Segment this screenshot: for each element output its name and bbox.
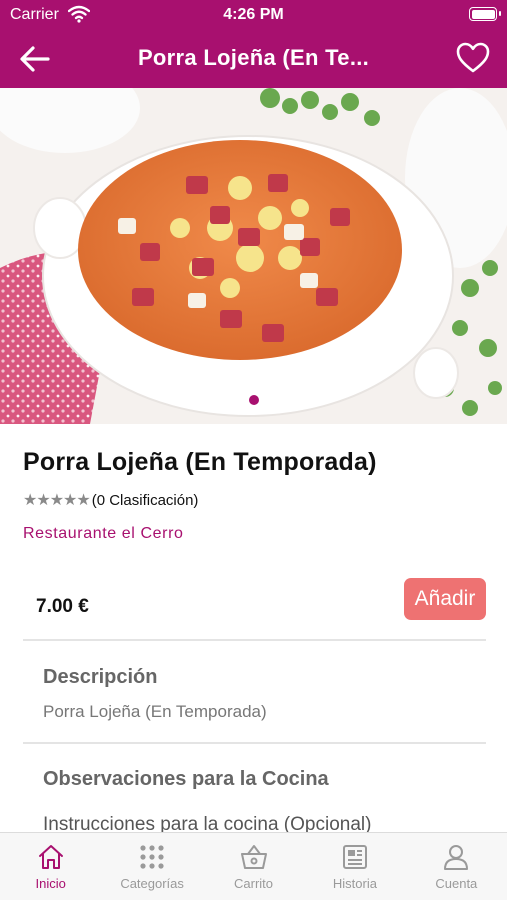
grid-icon (140, 845, 164, 869)
description-title: Descripción (43, 666, 158, 688)
tab-label: Historia (332, 876, 377, 891)
description-text: Porra Lojeña (En Temporada) (43, 702, 267, 721)
restaurant-name[interactable]: Restaurante el Cerro (23, 525, 184, 543)
status-time: 4:26 PM (223, 6, 284, 23)
tab-inicio[interactable]: Inicio (0, 833, 101, 900)
carousel-dot[interactable] (249, 395, 259, 405)
page-title: Porra Lojeña (En Te... (137, 45, 370, 70)
home-icon (38, 845, 63, 869)
tab-historia[interactable]: Historia (304, 833, 405, 900)
tab-cuenta[interactable]: Cuenta (406, 833, 507, 900)
basket-icon (240, 845, 267, 869)
product-name: Porra Lojeña (En Temporada) (23, 448, 377, 476)
tab-label: Inicio (35, 876, 66, 891)
status-bar: Carrier 4:26 PM (0, 0, 507, 30)
app-header: Carrier 4:26 PM Porra Lojeña (En Te... (0, 0, 507, 88)
tab-label: Carrito (234, 876, 274, 891)
kitchen-notes-title: Observaciones para la Cocina (43, 768, 329, 790)
back-arrow-icon[interactable] (18, 42, 52, 76)
divider (23, 742, 486, 744)
tab-categorias[interactable]: Categorías (101, 833, 202, 900)
newspaper-icon (342, 845, 367, 869)
add-to-cart-button[interactable]: Añadir (404, 578, 486, 620)
rating-count: (0 Clasificación) (91, 491, 199, 509)
soup-bowl-illustration (0, 88, 507, 424)
rating-stars-icon: ★★★★★ (23, 492, 91, 509)
favorite-heart-icon[interactable] (455, 40, 491, 76)
battery-icon (469, 7, 501, 21)
product-price: 7.00 € (36, 596, 89, 617)
tab-label: Categorías (120, 876, 184, 891)
nav-bar: Porra Lojeña (En Te... (0, 30, 507, 88)
divider (23, 639, 486, 641)
person-icon (444, 845, 469, 870)
product-image[interactable] (0, 88, 507, 424)
tab-carrito[interactable]: Carrito (203, 833, 304, 900)
product-rating: ★★★★★ (0 Clasificación) (23, 490, 198, 510)
tab-bar: Inicio Categorías Carrito Historia Cuent… (0, 832, 507, 900)
tab-label: Cuenta (435, 876, 478, 891)
